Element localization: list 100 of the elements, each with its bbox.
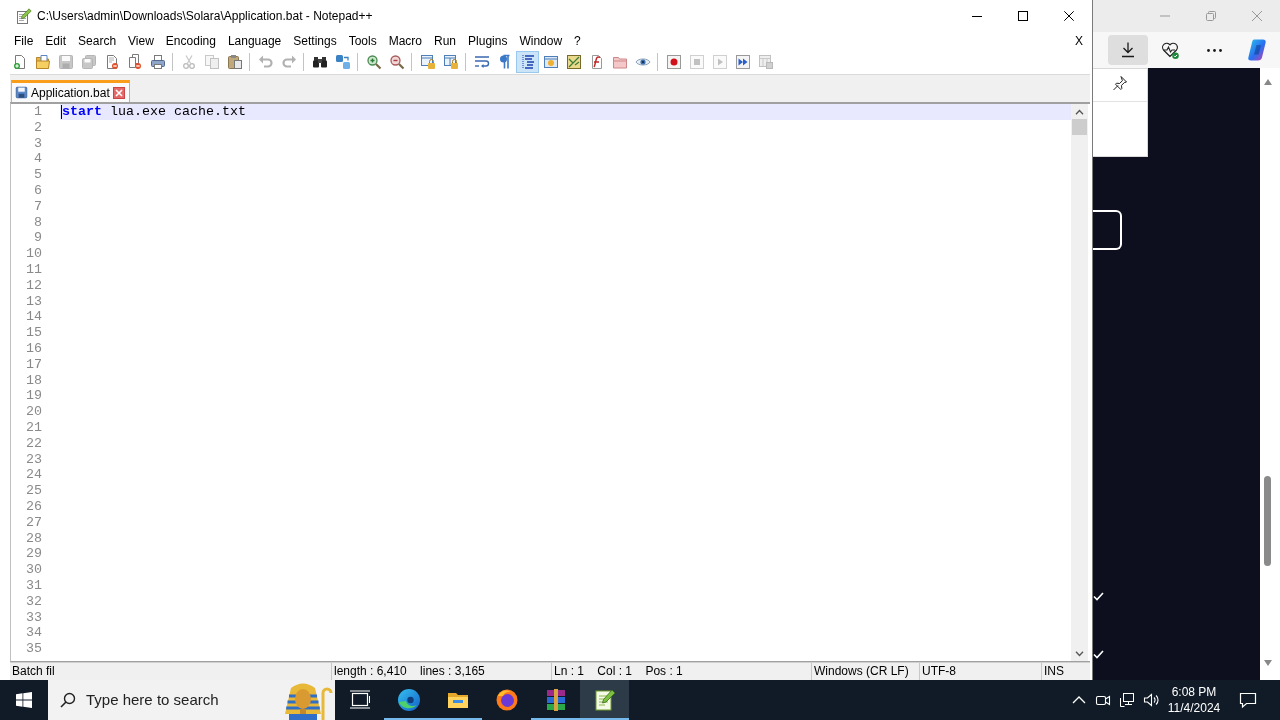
- menu-item[interactable]: Encoding: [159, 31, 222, 50]
- more-icon: [1206, 48, 1222, 52]
- status-text: Windows (CR LF): [814, 664, 909, 678]
- stop-icon: [688, 54, 705, 70]
- menu-item[interactable]: Tools: [342, 31, 383, 50]
- line-number: 6: [33, 183, 43, 199]
- line-number: 17: [25, 356, 43, 373]
- menu-item[interactable]: Language: [221, 31, 288, 50]
- taskbar-app-button[interactable]: [580, 680, 629, 720]
- line-number: 15: [25, 325, 43, 341]
- maximize-icon: [1018, 10, 1028, 21]
- search-field[interactable]: Type here to search: [48, 680, 335, 720]
- clipboard-icon: [226, 54, 243, 70]
- scrollbar[interactable]: [1260, 68, 1280, 680]
- menu-item[interactable]: Edit: [39, 31, 73, 50]
- zoom-out-icon: [388, 54, 405, 70]
- grid-icon: [757, 54, 774, 70]
- line-number: 35: [25, 641, 43, 657]
- record-icon: [665, 54, 682, 70]
- pin-icon[interactable]: [1112, 75, 1128, 91]
- fast-forward-icon: [734, 54, 751, 70]
- window-lock-icon: [419, 54, 436, 70]
- scroll-up-icon[interactable]: [1075, 109, 1084, 115]
- line-number: 28: [25, 530, 43, 547]
- scrollbar-thumb[interactable]: [1072, 119, 1087, 135]
- line-number: 24: [25, 467, 43, 484]
- status-text: Batch fil: [12, 664, 55, 678]
- status-text: Ln : 1 Col : 1 Pos : 1: [554, 664, 683, 678]
- scroll-down-icon[interactable]: [1075, 651, 1084, 657]
- status-text: INS: [1044, 664, 1064, 678]
- menu-item[interactable]: ?: [568, 31, 587, 50]
- line-number: 30: [25, 562, 43, 578]
- indent-guide-button[interactable]: [516, 51, 539, 73]
- line-number: 14: [25, 309, 43, 326]
- copy-icon: [203, 54, 220, 70]
- scrollbar-thumb[interactable]: [1264, 476, 1271, 566]
- play-icon: [711, 54, 728, 70]
- folder-icon: [34, 54, 51, 70]
- menu-item[interactable]: Plugins: [462, 31, 514, 50]
- zoom-in-icon: [365, 54, 382, 70]
- scissors-icon: [180, 54, 197, 70]
- downloads-button[interactable]: [1108, 35, 1148, 65]
- swirl-icon: [396, 688, 421, 712]
- task-view-icon: [347, 688, 372, 712]
- map-icon: [565, 54, 582, 70]
- window-title: C:\Users\admin\Downloads\Solara\Application.bat - Notepad++: [37, 7, 374, 25]
- monitor-icon[interactable]: [1119, 692, 1135, 708]
- printer-icon: [149, 54, 166, 70]
- file-tab[interactable]: Application.bat: [11, 80, 130, 102]
- line-number: 22: [25, 435, 43, 452]
- line-number: 23: [25, 451, 43, 468]
- line-number: 3: [33, 135, 43, 152]
- scrollbar[interactable]: [1071, 104, 1088, 661]
- pages-minus-icon: [126, 54, 143, 70]
- line-number: 13: [25, 293, 43, 310]
- status-text: length : 6,410 lines : 3,165: [334, 664, 485, 678]
- menu-item[interactable]: Run: [428, 31, 463, 50]
- menu-item[interactable]: Settings: [287, 31, 343, 50]
- line-number: 7: [33, 198, 43, 215]
- line-number: 16: [25, 340, 43, 357]
- menu-item[interactable]: Search: [72, 31, 123, 50]
- text-caret: [61, 104, 62, 119]
- binoculars-icon: [311, 54, 328, 70]
- search-input[interactable]: Type here to search: [86, 688, 271, 712]
- windows-logo-icon: [16, 692, 32, 708]
- indent-guide-icon: [519, 54, 536, 70]
- line-number: 8: [33, 214, 43, 231]
- menu-item[interactable]: View: [122, 31, 160, 50]
- scroll-up-icon[interactable]: [1263, 79, 1272, 85]
- line-number: 9: [33, 230, 43, 247]
- scroll-down-icon[interactable]: [1263, 660, 1272, 666]
- floppy-icon: [57, 54, 74, 70]
- close-icon: [1064, 10, 1074, 21]
- line-number: 10: [25, 246, 43, 262]
- line-number: 27: [25, 514, 43, 531]
- line-number: 19: [25, 388, 43, 405]
- close-document-button[interactable]: X: [1069, 31, 1089, 50]
- line-number: 18: [25, 372, 43, 389]
- menu-item[interactable]: Macro: [382, 31, 428, 50]
- redo-icon: [280, 54, 297, 70]
- line-number: 32: [25, 593, 43, 610]
- line-number: 2: [33, 119, 43, 136]
- speaker-icon[interactable]: [1143, 692, 1159, 708]
- heart-pulse-icon: [1160, 40, 1180, 60]
- clock-button[interactable]: 6:08 PM 11/4/2024: [1163, 684, 1225, 716]
- word-wrap-icon: [473, 54, 490, 70]
- line-number: 31: [25, 577, 43, 594]
- line-number: 5: [33, 167, 43, 183]
- undo-icon: [257, 54, 274, 70]
- close-tab-icon[interactable]: [112, 86, 125, 99]
- restore-icon: [1205, 10, 1217, 22]
- floppy-icon: [15, 86, 28, 99]
- folder-icon: [611, 54, 628, 70]
- speech-bubble-icon[interactable]: [1237, 690, 1258, 710]
- menu-item[interactable]: File: [8, 31, 40, 50]
- line-number: 33: [25, 609, 43, 626]
- window-sun-icon: [542, 54, 559, 70]
- menu-item[interactable]: Window: [513, 31, 569, 50]
- line-number: 21: [25, 419, 43, 436]
- window-lock-icon: [442, 54, 459, 70]
